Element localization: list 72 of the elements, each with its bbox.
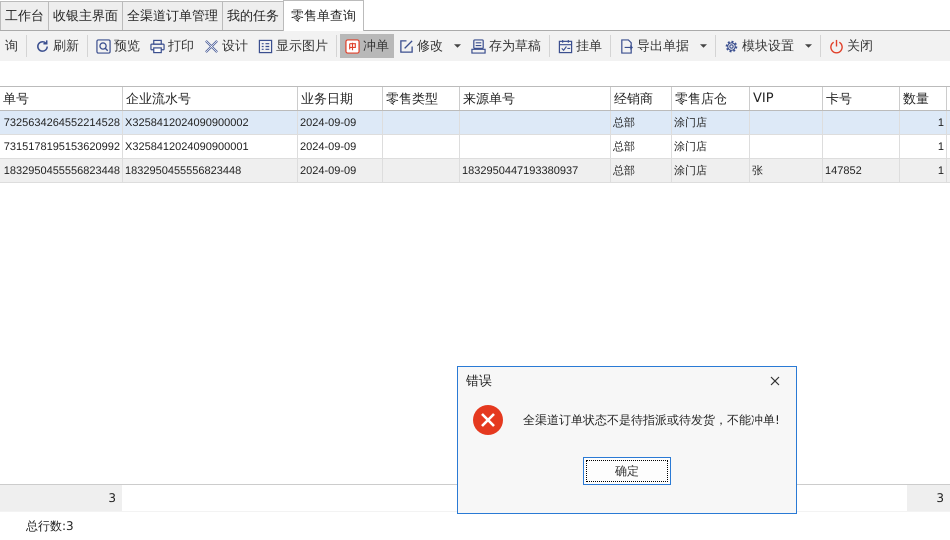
tab[interactable]: 全渠道订单管理 [122, 1, 223, 30]
column-header[interactable]: 经销商 [611, 87, 672, 110]
table-cell: 2024-09-09 [300, 164, 356, 176]
table-cell: 2024-09-09 [300, 140, 356, 152]
table-cell: 7325634264552214528 [4, 116, 120, 128]
table-cell: X3258412024090900002 [125, 116, 249, 128]
tab[interactable]: 收银主界面 [48, 1, 123, 30]
toolbar-button[interactable]: 显示图片 [253, 34, 333, 58]
table-cell: 1832950455556823448 [4, 164, 120, 176]
error-message: 全渠道订单状态不是待指派或待发货，不能冲单! [523, 412, 780, 428]
table-cell: X3258412024090900001 [125, 140, 249, 152]
toolbar-button[interactable]: 询 [0, 34, 23, 58]
table-cell: 1 [938, 116, 944, 128]
print-icon [150, 38, 165, 54]
table-cell-text: 涂门店 [674, 164, 707, 178]
toolbar-button[interactable]: 关闭 [824, 34, 878, 58]
table-cell-text: 总部 [613, 164, 635, 178]
caret-icon [805, 44, 812, 48]
column-header[interactable]: 企业流水号 [123, 87, 298, 110]
column-header[interactable]: 单号 [0, 87, 123, 110]
toolbar-button[interactable]: 修改 [394, 34, 466, 58]
summary-cell: 3 [907, 485, 950, 511]
table-cell: 1832950455556823448 [125, 164, 242, 176]
draft-icon [471, 38, 486, 54]
table-cell-text: 涂门店 [674, 140, 707, 154]
table-cell-text: 总部 [613, 116, 635, 130]
column-header[interactable]: 卡号 [823, 87, 900, 110]
column-header[interactable]: 数量 [900, 87, 947, 110]
table-row[interactable]: 7325634264552214528 X3258412024090900002 2024-09-09 总部 涂门店 1 [0, 111, 950, 135]
refresh-icon [35, 38, 50, 54]
close-icon[interactable] [770, 376, 780, 386]
toolbar-button[interactable]: 冲单 [340, 34, 394, 58]
table-cell: 147852 [825, 164, 862, 176]
tab[interactable]: 工作台 [0, 1, 49, 30]
power-icon [829, 38, 844, 54]
ok-button[interactable]: 确定 [583, 457, 671, 485]
table-row[interactable]: 1832950455556823448 1832950455556823448 2024-09-09 1832950447193380937 总部 涂门店 张 147852 1 [0, 159, 950, 183]
dialog-title: 错误 [466, 373, 492, 390]
caret-icon [454, 44, 461, 48]
table-cell-text: 总部 [613, 140, 635, 154]
table-cell-text: 张 [752, 164, 763, 178]
column-header[interactable]: 业务日期 [298, 87, 383, 110]
toolbar-button[interactable]: 挂单 [553, 34, 607, 58]
list-icon [258, 38, 273, 54]
toolbar-button[interactable]: 预览 [91, 34, 145, 58]
status-text: 总行数:3 [26, 518, 74, 534]
preview-icon [96, 38, 111, 54]
tab[interactable]: 零售单查询 [283, 0, 364, 31]
column-header[interactable]: VIP [750, 87, 823, 110]
toolbar-button[interactable]: 存为草稿 [466, 34, 546, 58]
table-cell: 1 [938, 164, 944, 176]
column-header[interactable]: 来源单号 [460, 87, 611, 110]
tab[interactable]: 我的任务 [222, 1, 284, 30]
column-header[interactable]: 零售店仓 [672, 87, 750, 110]
toolbar-button[interactable]: 模块设置 [719, 34, 817, 58]
summary-cell: 3 [0, 485, 122, 511]
calendar-icon [558, 38, 573, 54]
settings-icon [724, 38, 739, 54]
toolbar-button[interactable]: 打印 [145, 34, 199, 58]
toolbar-button[interactable]: 设计 [199, 34, 253, 58]
toolbar-button[interactable]: 导出单据 [614, 34, 712, 58]
table-cell: 2024-09-09 [300, 116, 356, 128]
edit-icon [399, 38, 414, 54]
table-cell: 7315178195153620992 [4, 140, 120, 152]
error-icon [473, 405, 503, 435]
table-cell: 1 [938, 140, 944, 152]
export-icon [619, 38, 634, 54]
caret-icon [700, 44, 707, 48]
column-header[interactable]: 零售类型 [383, 87, 460, 110]
toolbar-button[interactable]: 刷新 [30, 34, 84, 58]
table-cell-text: 涂门店 [674, 116, 707, 130]
table-cell: 1832950447193380937 [462, 164, 578, 176]
